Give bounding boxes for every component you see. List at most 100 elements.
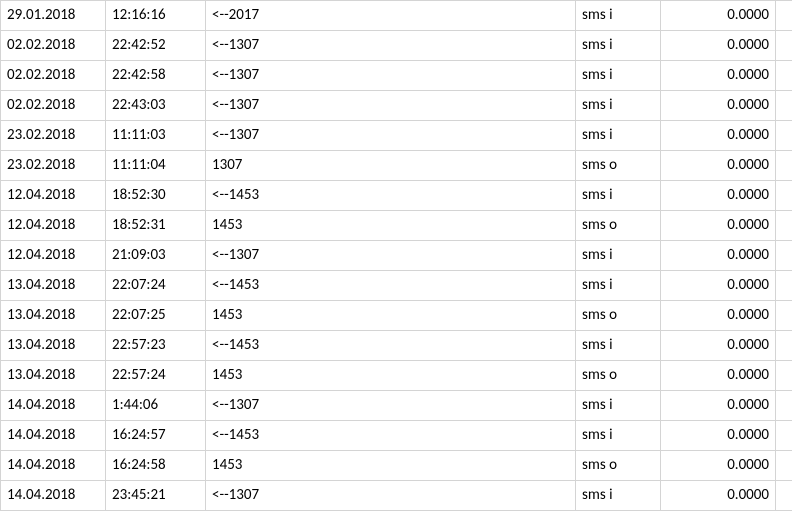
cell-extra[interactable] <box>776 481 792 511</box>
cell-amount[interactable]: 0.0000 <box>661 421 776 451</box>
cell-desc[interactable]: <--1307 <box>206 121 576 151</box>
cell-date[interactable]: 02.02.2018 <box>1 31 106 61</box>
cell-time[interactable]: 22:43:03 <box>106 91 206 121</box>
cell-time[interactable]: 23:45:21 <box>106 481 206 511</box>
cell-type[interactable]: sms i <box>576 481 661 511</box>
cell-amount[interactable]: 0.0000 <box>661 211 776 241</box>
cell-type[interactable]: sms i <box>576 271 661 301</box>
cell-extra[interactable] <box>776 331 792 361</box>
cell-amount[interactable]: 0.0000 <box>661 181 776 211</box>
cell-extra[interactable] <box>776 241 792 271</box>
cell-type[interactable]: sms o <box>576 361 661 391</box>
cell-time[interactable]: 22:42:52 <box>106 31 206 61</box>
cell-extra[interactable] <box>776 391 792 421</box>
cell-amount[interactable]: 0.0000 <box>661 61 776 91</box>
cell-extra[interactable] <box>776 151 792 181</box>
cell-desc[interactable]: 1453 <box>206 361 576 391</box>
cell-desc[interactable]: <--1307 <box>206 61 576 91</box>
cell-time[interactable]: 12:16:16 <box>106 1 206 31</box>
cell-desc[interactable]: <--1307 <box>206 481 576 511</box>
cell-amount[interactable]: 0.0000 <box>661 121 776 151</box>
cell-date[interactable]: 14.04.2018 <box>1 451 106 481</box>
cell-desc[interactable]: 1453 <box>206 211 576 241</box>
cell-date[interactable]: 02.02.2018 <box>1 91 106 121</box>
cell-time[interactable]: 18:52:30 <box>106 181 206 211</box>
cell-desc[interactable]: <--1453 <box>206 331 576 361</box>
cell-extra[interactable] <box>776 1 792 31</box>
cell-desc[interactable]: <--1453 <box>206 271 576 301</box>
cell-time[interactable]: 22:57:24 <box>106 361 206 391</box>
cell-time[interactable]: 18:52:31 <box>106 211 206 241</box>
cell-date[interactable]: 13.04.2018 <box>1 271 106 301</box>
cell-amount[interactable]: 0.0000 <box>661 391 776 421</box>
cell-extra[interactable] <box>776 361 792 391</box>
cell-desc[interactable]: <--1307 <box>206 241 576 271</box>
cell-time[interactable]: 16:24:58 <box>106 451 206 481</box>
cell-desc[interactable]: <--1307 <box>206 31 576 61</box>
cell-time[interactable]: 22:07:24 <box>106 271 206 301</box>
cell-type[interactable]: sms o <box>576 451 661 481</box>
cell-amount[interactable]: 0.0000 <box>661 31 776 61</box>
cell-date[interactable]: 12.04.2018 <box>1 181 106 211</box>
cell-type[interactable]: sms o <box>576 151 661 181</box>
cell-date[interactable]: 23.02.2018 <box>1 121 106 151</box>
cell-type[interactable]: sms i <box>576 331 661 361</box>
cell-type[interactable]: sms i <box>576 241 661 271</box>
cell-time[interactable]: 22:57:23 <box>106 331 206 361</box>
cell-date[interactable]: 14.04.2018 <box>1 391 106 421</box>
cell-date[interactable]: 14.04.2018 <box>1 481 106 511</box>
cell-amount[interactable]: 0.0000 <box>661 91 776 121</box>
cell-type[interactable]: sms i <box>576 121 661 151</box>
cell-date[interactable]: 02.02.2018 <box>1 61 106 91</box>
cell-time[interactable]: 11:11:04 <box>106 151 206 181</box>
cell-date[interactable]: 23.02.2018 <box>1 151 106 181</box>
cell-extra[interactable] <box>776 301 792 331</box>
cell-desc[interactable]: <--1307 <box>206 91 576 121</box>
cell-type[interactable]: sms i <box>576 181 661 211</box>
cell-date[interactable]: 12.04.2018 <box>1 241 106 271</box>
cell-extra[interactable] <box>776 181 792 211</box>
cell-amount[interactable]: 0.0000 <box>661 361 776 391</box>
cell-time[interactable]: 11:11:03 <box>106 121 206 151</box>
cell-extra[interactable] <box>776 121 792 151</box>
cell-desc[interactable]: <--1307 <box>206 391 576 421</box>
cell-desc[interactable]: <--1453 <box>206 421 576 451</box>
cell-date[interactable]: 14.04.2018 <box>1 421 106 451</box>
cell-time[interactable]: 1:44:06 <box>106 391 206 421</box>
cell-time[interactable]: 21:09:03 <box>106 241 206 271</box>
cell-desc[interactable]: <--2017 <box>206 1 576 31</box>
cell-amount[interactable]: 0.0000 <box>661 481 776 511</box>
cell-extra[interactable] <box>776 271 792 301</box>
cell-amount[interactable]: 0.0000 <box>661 151 776 181</box>
cell-type[interactable]: sms i <box>576 31 661 61</box>
cell-amount[interactable]: 0.0000 <box>661 331 776 361</box>
cell-desc[interactable]: 1453 <box>206 451 576 481</box>
cell-extra[interactable] <box>776 61 792 91</box>
cell-extra[interactable] <box>776 451 792 481</box>
cell-type[interactable]: sms i <box>576 61 661 91</box>
cell-extra[interactable] <box>776 211 792 241</box>
cell-extra[interactable] <box>776 91 792 121</box>
cell-desc[interactable]: <--1453 <box>206 181 576 211</box>
cell-date[interactable]: 12.04.2018 <box>1 211 106 241</box>
cell-amount[interactable]: 0.0000 <box>661 271 776 301</box>
cell-time[interactable]: 16:24:57 <box>106 421 206 451</box>
cell-type[interactable]: sms o <box>576 301 661 331</box>
cell-amount[interactable]: 0.0000 <box>661 301 776 331</box>
cell-amount[interactable]: 0.0000 <box>661 1 776 31</box>
cell-amount[interactable]: 0.0000 <box>661 451 776 481</box>
cell-date[interactable]: 13.04.2018 <box>1 331 106 361</box>
cell-desc[interactable]: 1307 <box>206 151 576 181</box>
cell-date[interactable]: 29.01.2018 <box>1 1 106 31</box>
cell-time[interactable]: 22:42:58 <box>106 61 206 91</box>
cell-type[interactable]: sms i <box>576 391 661 421</box>
cell-amount[interactable]: 0.0000 <box>661 241 776 271</box>
cell-desc[interactable]: 1453 <box>206 301 576 331</box>
cell-type[interactable]: sms i <box>576 421 661 451</box>
cell-type[interactable]: sms i <box>576 91 661 121</box>
cell-type[interactable]: sms o <box>576 211 661 241</box>
cell-date[interactable]: 13.04.2018 <box>1 361 106 391</box>
cell-time[interactable]: 22:07:25 <box>106 301 206 331</box>
cell-date[interactable]: 13.04.2018 <box>1 301 106 331</box>
cell-extra[interactable] <box>776 31 792 61</box>
